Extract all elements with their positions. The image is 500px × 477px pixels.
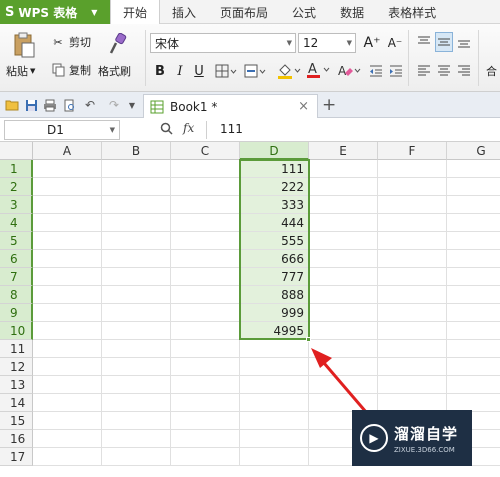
play-icon: ▶ [360,424,388,452]
watermark-title: 溜溜自学 [394,424,459,443]
watermark-logo: ▶ 溜溜自学 ZIXUE.3D66.COM [352,410,472,466]
watermark-subtitle: ZIXUE.3D66.COM [394,445,455,454]
annotation-arrow [311,348,368,413]
